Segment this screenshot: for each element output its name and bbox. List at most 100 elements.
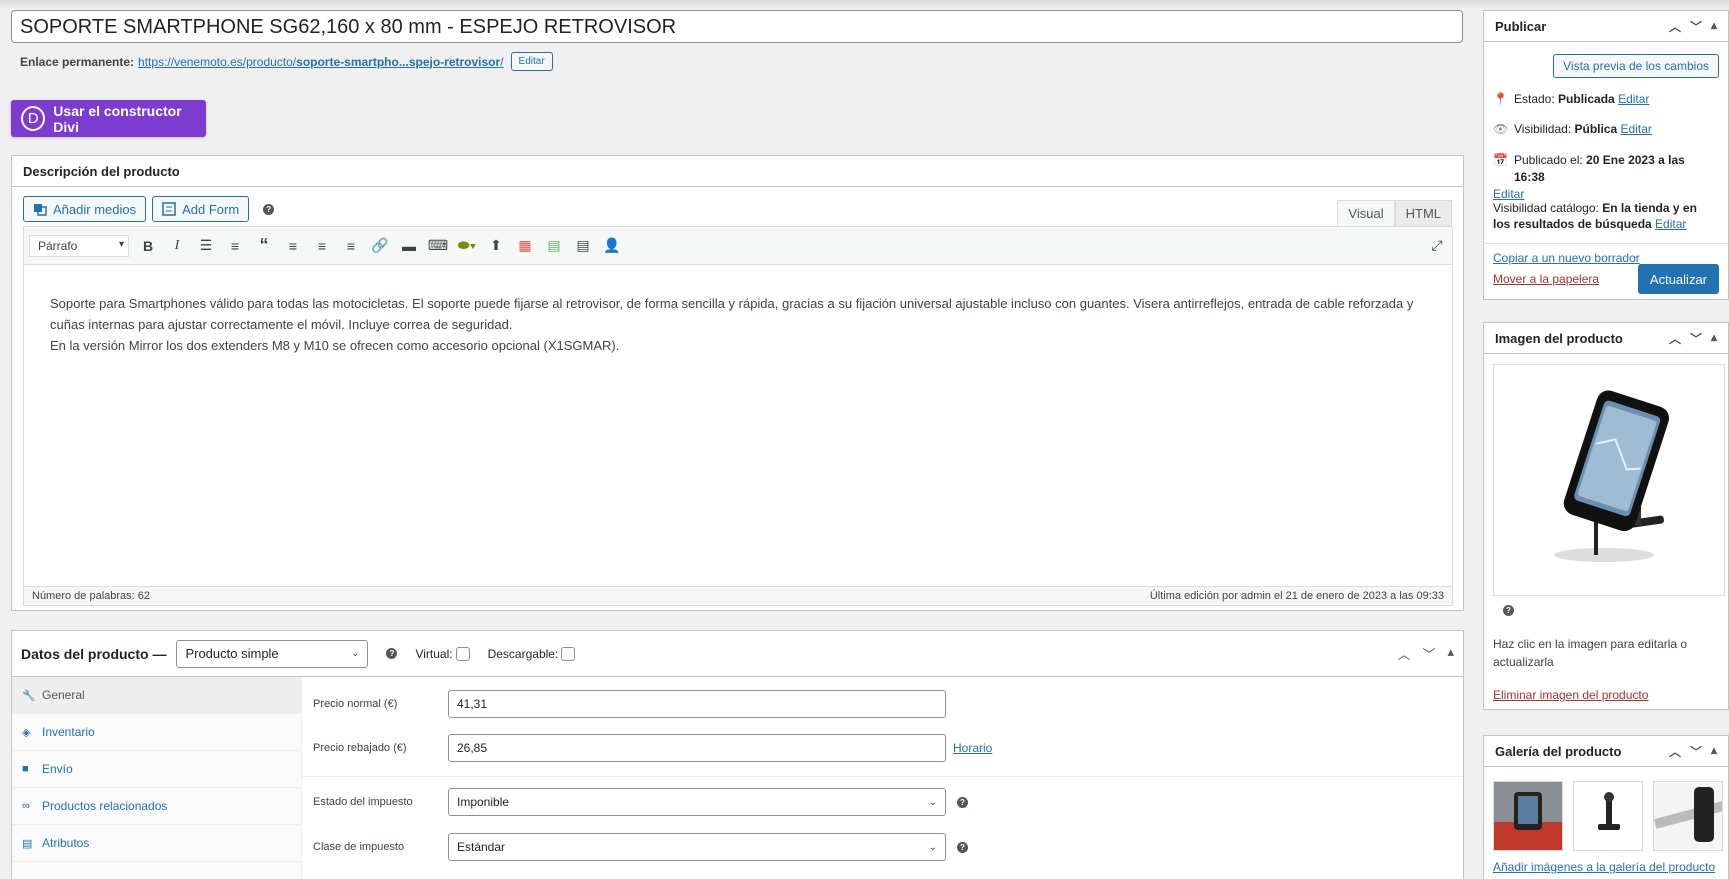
tax-class-select[interactable]: Estándar ⌄	[448, 833, 946, 861]
add-form-label: Add Form	[182, 201, 240, 217]
tab-inventory[interactable]: ◈ Inventario	[12, 714, 301, 751]
edit-permalink-button[interactable]: Editar	[510, 52, 553, 71]
add-media-button[interactable]: Añadir medios	[23, 196, 147, 222]
italic-icon[interactable]: I	[167, 236, 187, 256]
status-text: Estado: Publicada Editar	[1514, 92, 1649, 106]
product-data-box: Datos del producto — Producto simple ⌄ ?…	[11, 630, 1464, 879]
visibility-text: Visibilidad: Pública Editar	[1514, 122, 1652, 136]
last-edit: Última edición por admin el 21 de enero …	[1149, 590, 1444, 602]
eye-icon: 👁	[1493, 122, 1509, 136]
align-center-icon[interactable]: ≡	[312, 236, 332, 256]
tax-status-select[interactable]: Imponible ⌄	[448, 788, 946, 816]
tab-shipping[interactable]: ■ Envío	[12, 751, 301, 788]
upload-icon[interactable]: ⬆	[486, 236, 506, 256]
remove-image-link[interactable]: Eliminar imagen del producto	[1493, 688, 1648, 702]
grid-icon[interactable]: ▦	[515, 236, 535, 256]
move-up-icon[interactable]: ︿	[1669, 18, 1681, 35]
read-more-icon[interactable]: ▬	[399, 236, 419, 256]
regular-price-input[interactable]: 41,31	[448, 690, 946, 718]
link-icon: ∞	[22, 800, 30, 812]
tax-class-field: Clase de impuesto Estándar ⌄ ?	[313, 833, 968, 861]
format-select[interactable]: Párrafo	[29, 234, 129, 257]
toolbar-toggle-icon[interactable]: ⌨	[428, 236, 448, 256]
bold-icon[interactable]: B	[138, 236, 158, 256]
copy-draft-link[interactable]: Copiar a un nuevo borrador	[1493, 251, 1640, 265]
move-up-icon[interactable]: ︿	[1669, 330, 1681, 347]
blockquote-icon[interactable]: “	[254, 235, 274, 256]
status-row: 📍 Estado: Publicada Editar	[1484, 92, 1658, 106]
post-title-input[interactable]: SOPORTE SMARTPHONE SG62,160 x 80 mm - ES…	[11, 10, 1463, 43]
help-icon[interactable]: ?	[1503, 605, 1514, 616]
publish-header: Publicar ︿ ﹀ ▴	[1484, 11, 1728, 42]
user-icon[interactable]: 👤	[602, 236, 622, 256]
catalog-text: Visibilidad catálogo: En la tienda y en …	[1493, 200, 1715, 232]
top-bar-edge	[0, 0, 1729, 9]
visibility-row: 👁 Visibilidad: Pública Editar	[1484, 122, 1661, 136]
pin-icon: 📍	[1493, 92, 1508, 106]
tab-html[interactable]: HTML	[1394, 200, 1452, 227]
link-icon[interactable]: 🔗	[370, 236, 390, 256]
list-icon: ▤	[22, 837, 33, 850]
help-icon[interactable]: ?	[957, 841, 968, 853]
align-right-icon[interactable]: ≡	[341, 236, 361, 256]
collapse-icon[interactable]: ▴	[1447, 644, 1454, 663]
gallery-thumbnail[interactable]	[1573, 781, 1643, 851]
published-label: Publicado el:	[1514, 153, 1583, 167]
tax-status-field: Estado del impuesto Imponible ⌄ ?	[313, 788, 968, 816]
preview-changes-button[interactable]: Vista previa de los cambios	[1553, 54, 1719, 78]
collapse-icon[interactable]: ▴	[1711, 743, 1717, 760]
regular-price-label: Precio normal (€)	[313, 698, 398, 710]
product-image[interactable]	[1493, 364, 1725, 596]
collapse-icon[interactable]: ▴	[1711, 330, 1717, 347]
box-controls: ︿ ﹀ ▴	[1397, 644, 1454, 663]
help-icon[interactable]: ?	[386, 648, 398, 659]
move-down-icon[interactable]: ﹀	[1690, 330, 1702, 347]
chevron-down-icon: ⌄	[351, 648, 360, 659]
add-form-button[interactable]: Add Form	[152, 196, 250, 222]
description-title: Descripción del producto	[12, 156, 1463, 187]
editor-content[interactable]: Soporte para Smartphones válido para tod…	[24, 265, 1452, 577]
box-controls: ︿ ﹀ ▴	[1669, 743, 1717, 760]
move-down-icon[interactable]: ﹀	[1690, 18, 1702, 35]
tab-visual[interactable]: Visual	[1337, 200, 1395, 227]
table-icon[interactable]: ▤	[573, 236, 593, 256]
add-gallery-images-link[interactable]: Añadir imágenes a la galería del product…	[1493, 860, 1715, 874]
move-down-icon[interactable]: ﹀	[1422, 644, 1435, 663]
help-icon[interactable]: ?	[263, 203, 275, 215]
bullet-list-icon[interactable]: ☰	[196, 236, 216, 256]
product-type-select[interactable]: Producto simple ⌄	[176, 639, 369, 668]
help-icon[interactable]: ?	[957, 796, 968, 808]
tax-status-value: Imponible	[457, 795, 510, 809]
layout-icon[interactable]: ▤	[544, 236, 564, 256]
update-button[interactable]: Actualizar	[1637, 264, 1719, 294]
divi-builder-button[interactable]: D Usar el constructor Divi	[11, 100, 206, 137]
shortcode-icon[interactable]: ⬬▾	[457, 236, 477, 256]
tab-general[interactable]: 🔧 General	[12, 677, 301, 714]
product-data-title: Datos del producto —	[21, 645, 167, 662]
downloadable-checkbox[interactable]	[561, 646, 576, 661]
collapse-icon[interactable]: ▴	[1711, 18, 1717, 35]
move-down-icon[interactable]: ﹀	[1690, 743, 1702, 760]
edit-visibility-link[interactable]: Editar	[1621, 122, 1652, 136]
tab-attributes[interactable]: ▤ Atributos	[12, 825, 301, 862]
numbered-list-icon[interactable]: ≡	[225, 236, 245, 256]
description-paragraph-1: Soporte para Smartphones válido para tod…	[50, 296, 1414, 332]
description-paragraph-2: En la versión Mirror los dos extenders M…	[50, 338, 620, 353]
virtual-checkbox[interactable]	[455, 646, 470, 661]
gallery-thumbnail[interactable]	[1653, 781, 1723, 851]
edit-catalog-link[interactable]: Editar	[1655, 217, 1686, 231]
align-left-icon[interactable]: ≡	[283, 236, 303, 256]
schedule-link[interactable]: Horario	[953, 741, 992, 755]
edit-status-link[interactable]: Editar	[1618, 92, 1649, 106]
edit-date-link[interactable]: Editar	[1493, 187, 1524, 201]
move-up-icon[interactable]: ︿	[1669, 743, 1681, 760]
box-controls: ︿ ﹀ ▴	[1669, 18, 1717, 35]
move-up-icon[interactable]: ︿	[1397, 644, 1410, 663]
move-to-trash-link[interactable]: Mover a la papelera	[1493, 272, 1599, 286]
fullscreen-icon[interactable]: ⤢	[1427, 236, 1447, 256]
permalink-link[interactable]: https://venemoto.es/producto/soporte-sma…	[138, 55, 503, 69]
gallery-thumbnail[interactable]	[1493, 781, 1563, 851]
catalog-label: Visibilidad catálogo:	[1493, 201, 1599, 215]
sale-price-input[interactable]: 26,85	[448, 734, 946, 762]
tab-linked-products[interactable]: ∞ Productos relacionados	[12, 788, 301, 825]
